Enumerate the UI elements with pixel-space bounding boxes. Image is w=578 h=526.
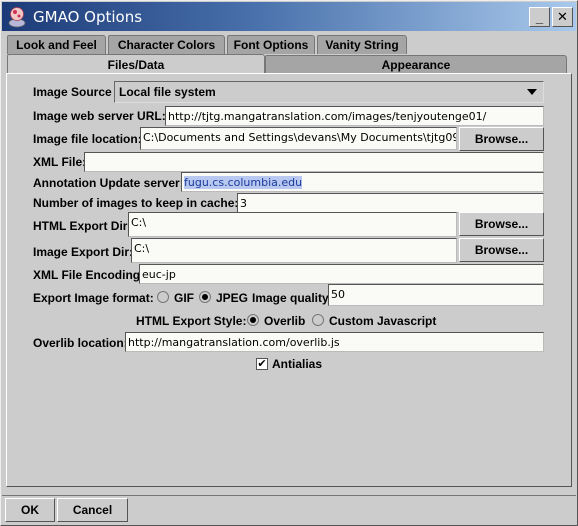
annotation-server-input[interactable]: fugu.cs.columbia.edu — [181, 172, 544, 192]
cancel-button[interactable]: Cancel — [57, 498, 128, 522]
image-source-label: Image Source — [33, 85, 112, 99]
cache-images-input[interactable]: 3 — [237, 193, 544, 213]
custom-javascript-radio[interactable] — [312, 314, 324, 326]
antialias-label[interactable]: Antialias — [272, 357, 322, 371]
html-export-browse-button[interactable]: Browse... — [459, 212, 544, 236]
overlib-label[interactable]: Overlib — [264, 314, 305, 328]
footer-divider — [2, 495, 576, 496]
annotation-server-value: fugu.cs.columbia.edu — [184, 176, 303, 189]
tab-files-data[interactable]: Files/Data — [7, 54, 265, 74]
jpeg-label[interactable]: JPEG — [216, 291, 248, 305]
overlib-location-input[interactable]: http://mangatranslation.com/overlib.js — [125, 332, 544, 352]
image-url-input[interactable]: http://tjtg.mangatranslation.com/images/… — [165, 106, 544, 126]
html-export-dir-label: HTML Export Dir: — [33, 219, 132, 233]
html-export-style-label: HTML Export Style: — [136, 314, 247, 328]
tab-appearance[interactable]: Appearance — [265, 55, 567, 73]
gif-radio[interactable] — [157, 291, 169, 303]
jpeg-radio[interactable] — [199, 291, 211, 303]
xml-file-label: XML File: — [33, 155, 87, 169]
xml-encoding-label: XML File Encoding: — [33, 268, 145, 282]
xml-encoding-input[interactable]: euc-jp — [139, 264, 544, 284]
image-file-location-label: Image file location: — [33, 132, 142, 146]
export-format-label: Export Image format: — [33, 291, 154, 305]
image-source-dropdown[interactable]: Local file system — [114, 81, 544, 103]
image-export-browse-button[interactable]: Browse... — [459, 238, 544, 262]
tab-look-and-feel[interactable]: Look and Feel — [7, 35, 106, 54]
tab-font-options[interactable]: Font Options — [227, 35, 315, 54]
overlib-radio[interactable] — [247, 314, 259, 326]
image-file-browse-button[interactable]: Browse... — [459, 127, 544, 151]
image-url-label: Image web server URL: — [33, 109, 166, 123]
annotation-server-label: Annotation Update server: — [33, 176, 184, 190]
image-export-dir-input[interactable]: C:\ — [131, 238, 457, 263]
chevron-down-icon — [527, 89, 537, 95]
gmao-app-icon — [8, 7, 26, 28]
tab-character-colors[interactable]: Character Colors — [108, 35, 225, 54]
cache-images-label: Number of images to keep in cache: — [33, 196, 239, 210]
tab-vanity-string[interactable]: Vanity String — [317, 35, 407, 54]
gif-label[interactable]: GIF — [174, 291, 194, 305]
image-source-value: Local file system — [119, 85, 216, 99]
image-file-location-input[interactable]: C:\Documents and Settings\devans\My Docu… — [140, 127, 457, 150]
custom-javascript-label[interactable]: Custom Javascript — [329, 314, 436, 328]
window-title: GMAO Options — [33, 8, 143, 26]
ok-button[interactable]: OK — [5, 498, 55, 522]
html-export-dir-input[interactable]: C:\ — [128, 212, 457, 237]
title-bar[interactable]: GMAO Options _ □ ✕ — [2, 2, 576, 31]
overlib-location-label: Overlib location: — [33, 336, 128, 350]
options-dialog: GMAO Options _ □ ✕ Look and Feel Charact… — [0, 0, 578, 526]
close-button[interactable]: ✕ — [552, 7, 573, 27]
xml-file-input[interactable] — [84, 152, 544, 172]
antialias-checkbox[interactable]: ✔ — [256, 358, 268, 370]
image-export-dir-label: Image Export Dir: — [33, 245, 134, 259]
image-quality-label: Image quality: — [252, 291, 333, 305]
minimize-button[interactable]: _ — [529, 7, 550, 27]
image-quality-input[interactable]: 50 — [328, 284, 544, 306]
